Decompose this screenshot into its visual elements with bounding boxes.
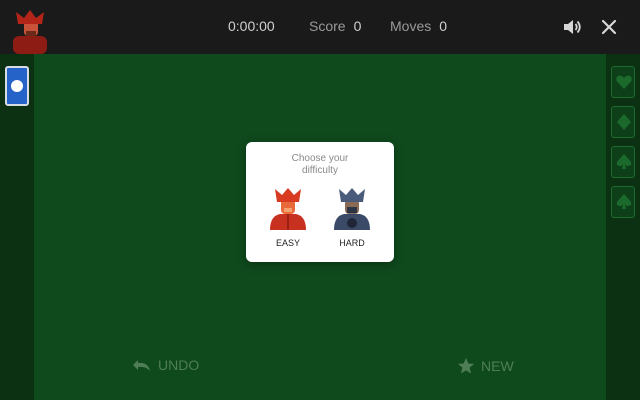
stock-pile[interactable] <box>5 66 29 106</box>
undo-label: UNDO <box>158 357 200 373</box>
top-bar: 0:00:00 Score 0 Moves 0 <box>0 0 640 54</box>
sound-icon[interactable] <box>562 17 582 37</box>
easy-label: EASY <box>275 238 300 248</box>
difficulty-dialog: Choose your difficulty EASY HARD <box>246 142 394 262</box>
foundation-spades[interactable] <box>611 146 635 178</box>
undo-icon <box>133 360 150 371</box>
heart-icon <box>616 75 632 89</box>
easy-option[interactable]: EASY <box>263 188 313 250</box>
new-game-button[interactable]: NEW <box>457 357 514 375</box>
score-display: Score 0 <box>309 18 361 34</box>
timer: 0:00:00 <box>228 18 275 34</box>
close-icon[interactable] <box>600 18 618 36</box>
foundation-clubs[interactable] <box>611 186 635 218</box>
moves-display: Moves 0 <box>390 18 447 34</box>
card-back-logo-icon <box>11 80 23 92</box>
score-label: Score <box>309 18 346 34</box>
hard-label: HARD <box>339 238 365 248</box>
moves-value: 0 <box>439 18 448 34</box>
undo-button[interactable]: UNDO <box>132 357 199 373</box>
moves-label: Moves <box>390 18 432 34</box>
new-label: NEW <box>481 358 514 374</box>
club-icon <box>616 194 632 209</box>
hard-option[interactable]: HARD <box>327 188 377 250</box>
spade-icon <box>616 154 632 169</box>
player-avatar-icon <box>13 10 47 54</box>
dialog-title: Choose your difficulty <box>291 153 349 176</box>
diamond-icon <box>617 114 631 130</box>
blue-king-icon <box>334 188 370 230</box>
star-icon <box>457 357 475 374</box>
foundation-hearts[interactable] <box>611 66 635 98</box>
score-value: 0 <box>353 18 362 34</box>
foundation-diamonds[interactable] <box>611 106 635 138</box>
red-king-icon <box>270 188 306 230</box>
